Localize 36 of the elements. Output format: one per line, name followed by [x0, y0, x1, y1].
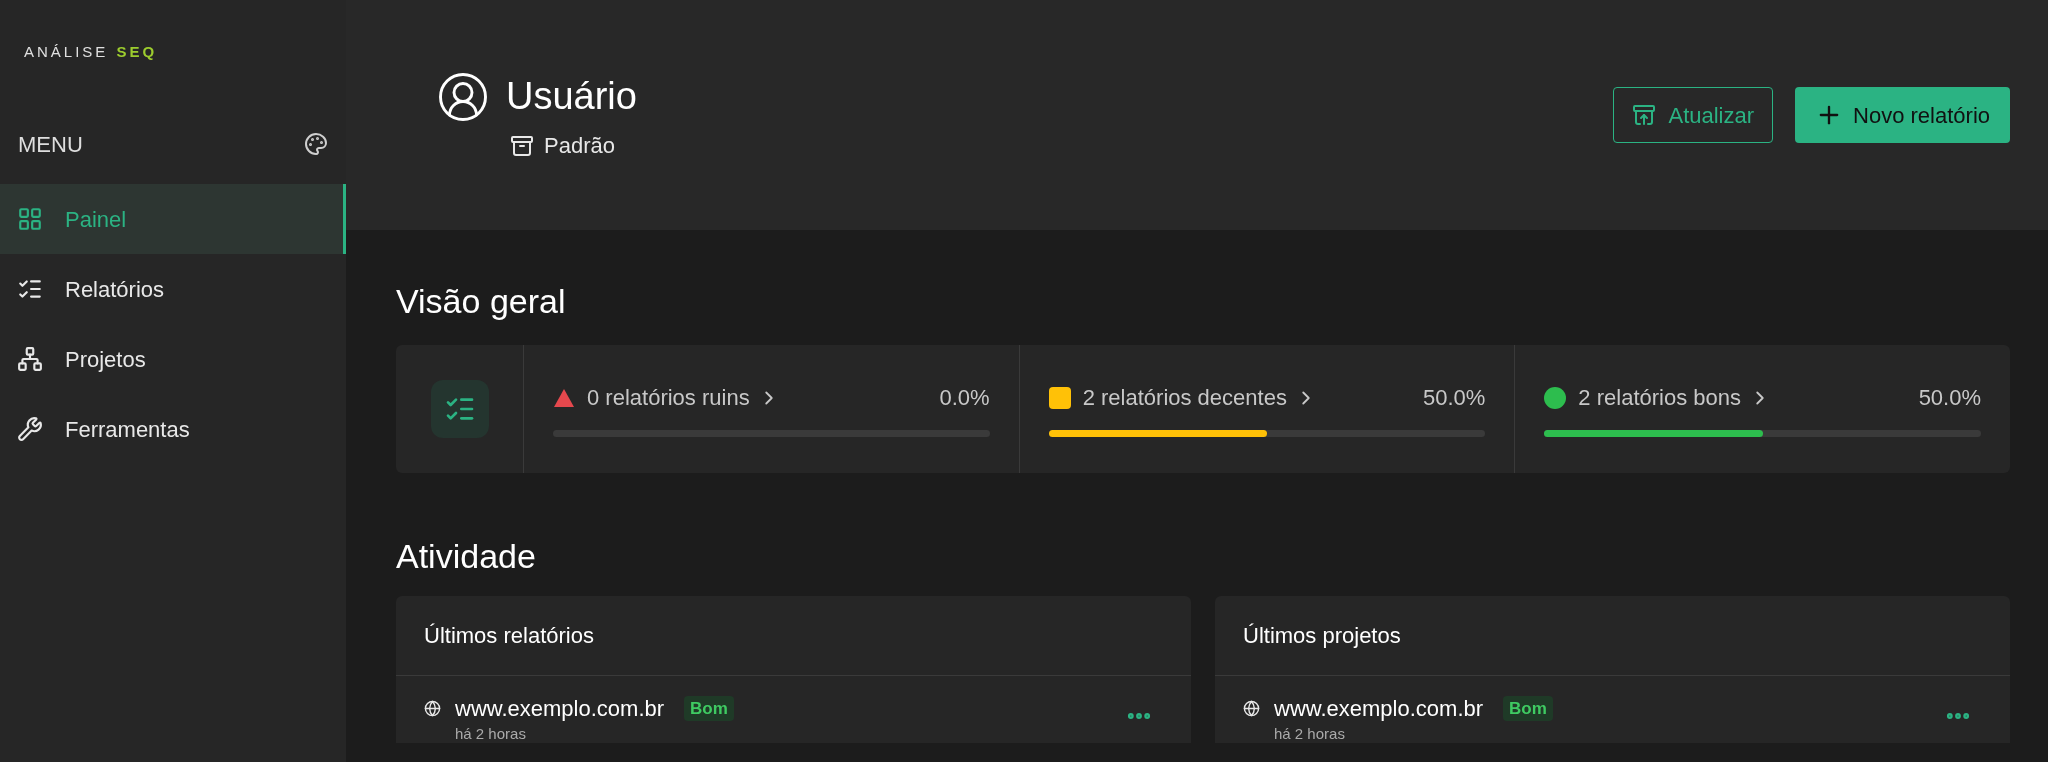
- nav-item[interactable]: Ferramentas: [0, 394, 346, 464]
- globe-icon: [1243, 700, 1260, 717]
- new-report-button[interactable]: Novo relatório: [1795, 87, 2010, 143]
- logo-text: ANÁLISE: [24, 41, 109, 62]
- status-badge: Bom: [684, 695, 734, 722]
- stat-link[interactable]: 2 relatórios bons: [1578, 381, 1771, 414]
- site-link[interactable]: www.exemplo.com.br: [1274, 692, 1484, 725]
- palette-icon[interactable]: [304, 132, 328, 156]
- box-icon: [510, 133, 534, 158]
- status-badge: Bom: [1503, 695, 1553, 722]
- stat-percent: 0.0%: [939, 384, 990, 412]
- panel-title: Últimos projetos: [1243, 622, 1401, 650]
- site-link[interactable]: www.exemplo.com.br: [455, 692, 665, 725]
- time-label: há 2 horas: [454, 725, 527, 743]
- tools-icon: [17, 416, 43, 442]
- hierarchy-icon: [17, 346, 43, 372]
- plan-label: Padrão: [544, 132, 615, 160]
- section-title: Atividade: [396, 536, 537, 577]
- nav-item[interactable]: Relatórios: [0, 254, 346, 324]
- time-label: há 2 horas: [1273, 725, 1346, 743]
- nav-item[interactable]: Projetos: [0, 324, 346, 394]
- stat-percent: 50.0%: [1422, 384, 1486, 412]
- panel-title: Últimos relatórios: [424, 622, 594, 650]
- upload-box-icon: [1632, 103, 1657, 127]
- section-title: Visão geral: [396, 281, 567, 322]
- user-name: Usuário: [506, 74, 637, 119]
- nav-item[interactable]: Painel: [0, 184, 346, 254]
- stat-percent: 50.0%: [1918, 384, 1981, 412]
- stat-link[interactable]: 0 relatórios ruins: [587, 381, 780, 414]
- report-list-icon: [430, 380, 489, 438]
- logo-text: SEQ: [116, 41, 158, 62]
- update-button[interactable]: Atualizar: [1613, 87, 1774, 143]
- menu-heading: MENU: [18, 130, 83, 159]
- stat-link[interactable]: 2 relatórios decentes: [1082, 381, 1317, 414]
- globe-icon: [424, 700, 441, 717]
- grid-icon: [17, 206, 43, 232]
